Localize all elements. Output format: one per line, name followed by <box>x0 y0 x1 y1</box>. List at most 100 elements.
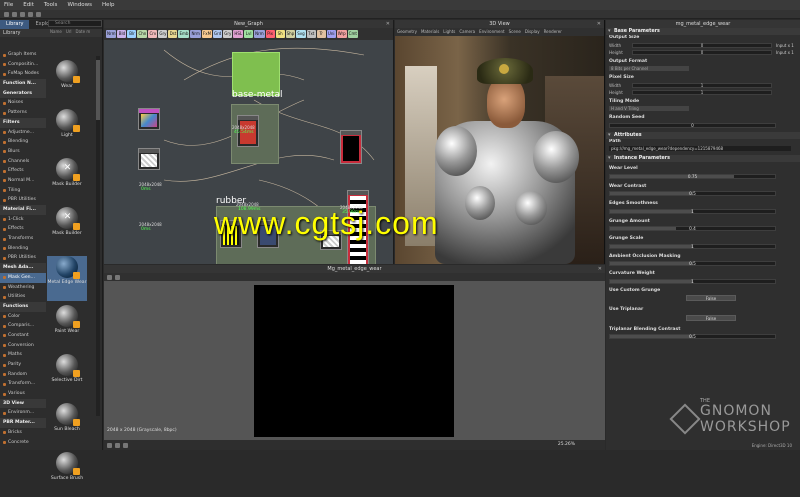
3d-menu-camera[interactable]: Camera <box>459 28 475 36</box>
use-triplanar-toggle[interactable]: False <box>686 314 736 321</box>
triplanar-contrast-slider[interactable]: 0.5 <box>609 334 776 339</box>
output-format-dropdown[interactable]: 8 Bits per Channel <box>609 66 689 71</box>
fit-icon[interactable] <box>107 274 112 280</box>
3d-menu-renderer[interactable]: Renderer <box>544 28 562 36</box>
3d-menu-materials[interactable]: Materials <box>421 28 439 36</box>
atomic-node-button[interactable]: Gry <box>158 30 168 38</box>
new-icon[interactable] <box>4 11 9 17</box>
parameter-slider[interactable]: 1 <box>609 243 776 249</box>
2d-canvas[interactable] <box>254 285 454 437</box>
tree-item[interactable]: Comparis... <box>0 321 46 331</box>
atomic-node-button[interactable]: Uni <box>326 30 336 38</box>
atomic-node-button[interactable]: Lvl <box>244 30 254 38</box>
atomic-node-button[interactable]: Grd <box>213 30 223 38</box>
atomic-node-button[interactable]: Crv <box>148 30 158 38</box>
3d-menu-geometry[interactable]: Geometry <box>397 28 417 36</box>
parameter-slider[interactable]: 0.4 <box>609 226 776 231</box>
atomic-node-button[interactable]: FxM <box>201 30 213 38</box>
library-thumbnail[interactable]: Selective Dirt <box>47 354 87 399</box>
save-icon[interactable] <box>20 11 25 17</box>
library-scrollbar[interactable] <box>96 56 100 416</box>
atomic-node-button[interactable]: Cmt <box>347 30 358 38</box>
node-pattern-1[interactable] <box>138 108 160 130</box>
column-url[interactable]: Url <box>66 29 72 35</box>
column-name[interactable]: Name <box>50 29 62 35</box>
instance-parameters-header[interactable]: Instance Parameters <box>606 155 800 162</box>
tree-category[interactable]: Filters <box>0 117 46 128</box>
parameter-slider[interactable]: 0.5 <box>609 261 776 266</box>
tree-item[interactable]: PBR Utilities <box>0 253 46 263</box>
library-thumbnail[interactable]: ✕ Mask Builder <box>47 207 87 252</box>
3d-menu-environment[interactable]: Environment <box>479 28 505 36</box>
tree-item[interactable]: FxMap Nodes <box>0 69 46 79</box>
library-thumbnail[interactable]: Metal Edge Wear <box>47 256 87 301</box>
tree-item[interactable]: Environm... <box>0 408 46 418</box>
menu-tools[interactable]: Tools <box>44 2 58 8</box>
width-slider[interactable]: 0 <box>632 42 772 48</box>
atomic-node-button[interactable]: Dst <box>168 30 178 38</box>
height-mode[interactable]: Input x 1 <box>776 49 794 56</box>
atomic-node-button[interactable]: Wrp <box>336 30 347 38</box>
library-thumbnail[interactable]: Surface Brush <box>47 452 87 497</box>
tree-item[interactable]: Concrete <box>0 438 46 448</box>
atomic-node-button[interactable]: Emb <box>178 30 190 38</box>
3d-menu-display[interactable]: Display <box>525 28 540 36</box>
close-icon[interactable]: ✕ <box>598 265 602 273</box>
atomic-node-button[interactable]: Svg <box>296 30 306 38</box>
atomic-node-button[interactable]: HSL <box>233 30 244 38</box>
atomic-node-button[interactable]: Tr <box>316 30 326 38</box>
tree-item[interactable]: 1-Click <box>0 215 46 225</box>
tree-item[interactable]: Blurs <box>0 147 46 157</box>
tree-category[interactable]: Material Fi... <box>0 205 46 215</box>
base-parameters-header[interactable]: Base Parameters <box>606 28 800 35</box>
tree-item[interactable]: Transforms <box>0 234 46 244</box>
parameter-slider[interactable]: 0.5 <box>609 191 776 196</box>
path-field[interactable]: pkg:///mg_metal_edge_wear?dependency=121… <box>609 146 791 151</box>
tree-item[interactable]: Weathering <box>0 283 46 293</box>
tree-item[interactable]: Adjustme... <box>0 128 46 138</box>
tree-category[interactable]: PBR Mater... <box>0 418 46 428</box>
tab-library[interactable]: Library <box>0 20 30 29</box>
random-seed-slider[interactable]: 0 <box>609 122 776 128</box>
attributes-header[interactable]: Attributes <box>606 131 800 139</box>
atomic-node-button[interactable]: Pix <box>265 30 275 38</box>
menu-windows[interactable]: Windows <box>67 2 92 8</box>
tree-item[interactable]: Parity <box>0 360 46 370</box>
close-icon[interactable]: ✕ <box>597 20 601 28</box>
tree-category[interactable]: Function N... <box>0 79 46 89</box>
3d-menu-scene[interactable]: Scene <box>509 28 521 36</box>
tiling-mode-dropdown[interactable]: H and V Tiling <box>609 106 689 111</box>
tree-item[interactable]: Blending <box>0 244 46 254</box>
library-thumbnail[interactable]: Paint Wear <box>47 305 87 350</box>
atomic-node-button[interactable]: Nrm <box>254 30 265 38</box>
tree-item[interactable]: Color <box>0 312 46 322</box>
column-date[interactable]: Date m <box>76 29 91 35</box>
2d-view[interactable]: Mg_metal_edge_wear ✕ 2048 x 2048 (Graysca… <box>104 265 605 450</box>
tree-category[interactable]: Mesh Ada... <box>0 263 46 273</box>
atomic-node-button[interactable]: Nrm <box>106 30 117 38</box>
tree-item[interactable]: Normal M... <box>0 176 46 186</box>
close-icon[interactable]: ✕ <box>386 20 390 28</box>
menu-file[interactable]: File <box>4 2 13 8</box>
tree-item[interactable]: Utilities <box>0 292 46 302</box>
width-mode[interactable]: Input x 1 <box>776 42 794 49</box>
tree-item[interactable]: Effects <box>0 166 46 176</box>
tree-item[interactable]: Compositin... <box>0 60 46 70</box>
tree-item[interactable]: Effects <box>0 224 46 234</box>
tree-item[interactable]: Patterns <box>0 108 46 118</box>
atomic-node-button[interactable]: Shp <box>285 30 296 38</box>
channel-icon[interactable] <box>107 442 112 448</box>
tree-item[interactable]: Mask Gen... <box>0 272 46 283</box>
parameter-slider[interactable]: 0.75 <box>609 173 776 179</box>
tree-category[interactable]: 3D View <box>0 398 46 409</box>
zoom-icon[interactable] <box>115 274 120 280</box>
height-slider[interactable]: 0 <box>632 49 772 55</box>
tree-item[interactable]: PBR Utilities <box>0 195 46 205</box>
tree-item[interactable]: Conversion <box>0 341 46 351</box>
tree-item[interactable]: Bricks <box>0 428 46 438</box>
atomic-node-button[interactable]: Bld <box>117 30 127 38</box>
atomic-node-button[interactable]: Txt <box>306 30 316 38</box>
atomic-node-button[interactable]: Blr <box>127 30 137 38</box>
library-thumbnail[interactable]: ✕ Mask Builder <box>47 158 87 203</box>
tree-item[interactable]: Blending <box>0 137 46 147</box>
